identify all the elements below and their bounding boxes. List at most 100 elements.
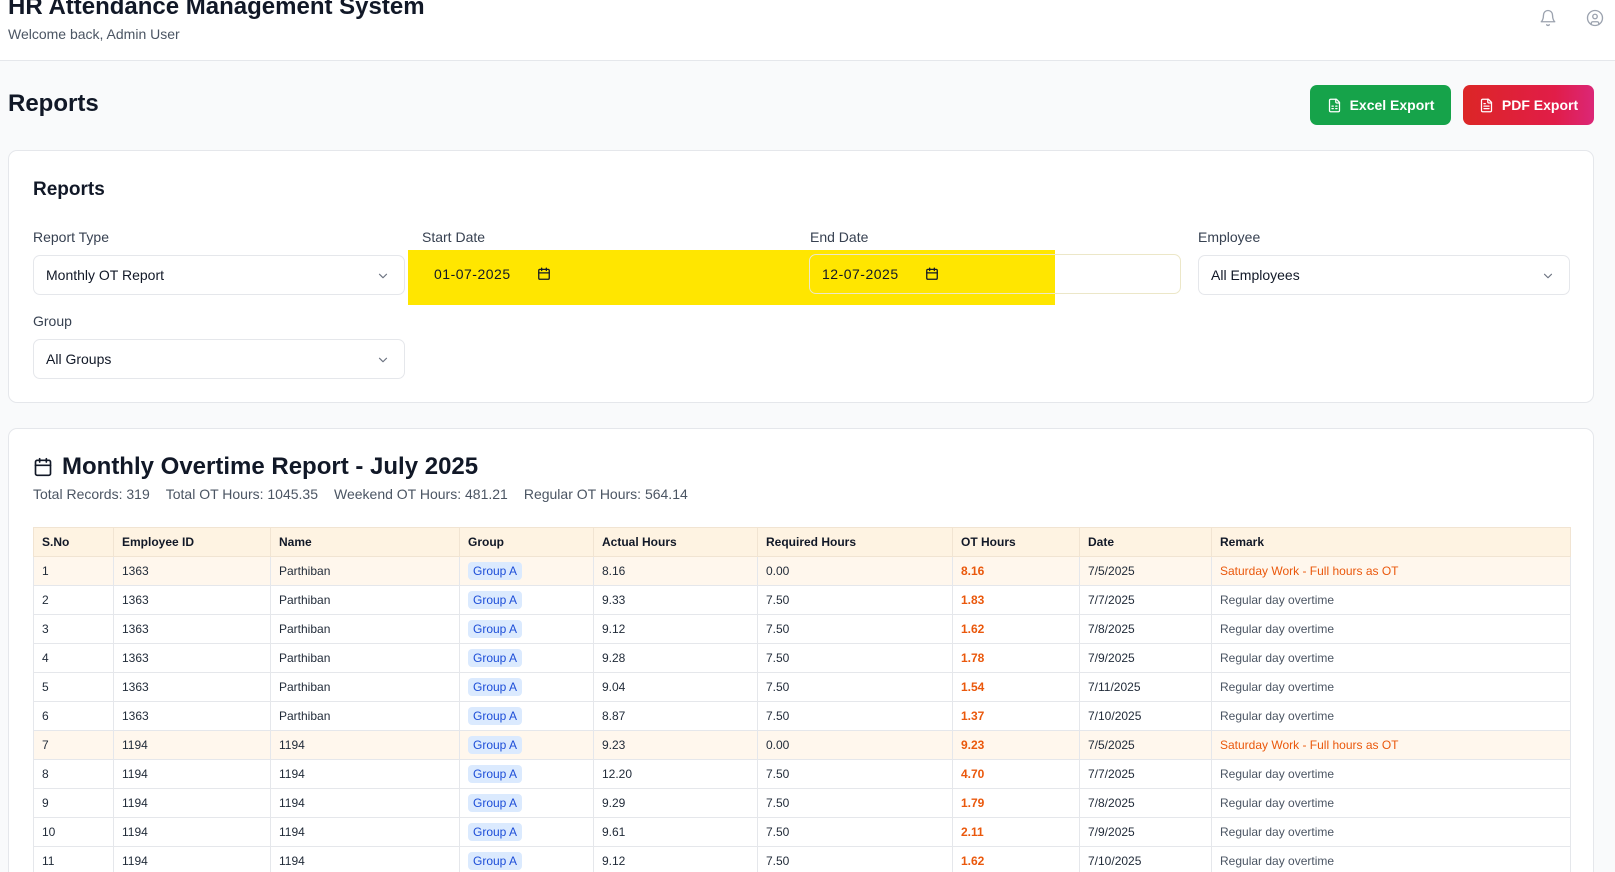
cell-sno: 10 bbox=[33, 817, 114, 847]
start-date-value: 01-07-2025 bbox=[434, 266, 511, 282]
app-title: HR Attendance Management System bbox=[8, 0, 425, 20]
end-date-value: 12-07-2025 bbox=[822, 266, 899, 282]
cell-actual-hours: 8.16 bbox=[593, 556, 758, 586]
cell-group: Group A bbox=[459, 556, 594, 586]
excel-export-button[interactable]: Excel Export bbox=[1310, 85, 1451, 125]
cell-remark-value: Regular day overtime bbox=[1220, 796, 1335, 810]
column-header[interactable]: Required Hours bbox=[757, 527, 953, 557]
table-row[interactable]: 7 1194 1194 Group A 9.23 0.00 9.23 7/5/2025 Satu… bbox=[33, 730, 1571, 760]
top-bar: HR Attendance Management System Welcome … bbox=[0, 0, 1615, 61]
stat-weekend-ot-hours: Weekend OT Hours: 481.21 bbox=[334, 486, 508, 502]
group-badge: Group A bbox=[468, 678, 523, 696]
cell-actual-hours: 9.61 bbox=[593, 817, 758, 847]
start-date-label: Start Date bbox=[422, 229, 486, 245]
cell-ot-hours-value: 2.11 bbox=[961, 825, 984, 839]
welcome-text: Welcome back, Admin User bbox=[8, 26, 180, 42]
table-row[interactable]: 6 1363 Parthiban Group A 8.87 7.50 1.37 7/10/20… bbox=[33, 701, 1571, 731]
group-badge: Group A bbox=[468, 649, 523, 667]
employee-select[interactable]: All Employees bbox=[1198, 255, 1570, 295]
table-row[interactable]: 5 1363 Parthiban Group A 9.04 7.50 1.54 7/11/20… bbox=[33, 672, 1571, 702]
start-date-input[interactable]: 01-07-2025 bbox=[421, 254, 793, 294]
group-select[interactable]: All Groups bbox=[33, 339, 405, 379]
cell-remark: Regular day overtime bbox=[1211, 846, 1571, 872]
table-row[interactable]: 1 1363 Parthiban Group A 8.16 0.00 8.16 7/5/202… bbox=[33, 556, 1571, 586]
cell-date: 7/5/2025 bbox=[1079, 730, 1212, 760]
cell-ot-hours-value: 8.16 bbox=[961, 564, 985, 578]
cell-required-hours: 0.00 bbox=[757, 730, 953, 760]
report-card: Monthly Overtime Report - July 2025 Tota… bbox=[8, 428, 1594, 872]
column-header[interactable]: Name bbox=[270, 527, 460, 557]
bell-icon[interactable] bbox=[1539, 9, 1557, 27]
cell-ot-hours: 1.79 bbox=[952, 788, 1080, 818]
cell-remark-value: Regular day overtime bbox=[1220, 709, 1335, 723]
table-row[interactable]: 3 1363 Parthiban Group A 9.12 7.50 1.62 7/8/202… bbox=[33, 614, 1571, 644]
group-badge: Group A bbox=[468, 707, 523, 725]
cell-group: Group A bbox=[459, 643, 594, 673]
calendar-icon bbox=[33, 457, 53, 477]
table-row[interactable]: 11 1194 1194 Group A 9.12 7.50 1.62 7/10/2025 Re… bbox=[33, 846, 1571, 872]
cell-employee-id: 1194 bbox=[113, 846, 271, 872]
cell-required-hours: 7.50 bbox=[757, 788, 953, 818]
cell-remark-value: Regular day overtime bbox=[1220, 854, 1335, 868]
calendar-icon[interactable] bbox=[537, 267, 551, 281]
table-row[interactable]: 9 1194 1194 Group A 9.29 7.50 1.79 7/8/2025 Regu… bbox=[33, 788, 1571, 818]
cell-required-hours: 7.50 bbox=[757, 817, 953, 847]
cell-ot-hours: 1.62 bbox=[952, 614, 1080, 644]
pdf-export-label: PDF Export bbox=[1501, 97, 1579, 113]
cell-ot-hours-value: 1.78 bbox=[961, 651, 985, 665]
cell-sno: 9 bbox=[33, 788, 114, 818]
report-type-value: Monthly OT Report bbox=[46, 267, 165, 283]
cell-actual-hours: 8.87 bbox=[593, 701, 758, 731]
cell-employee-id: 1363 bbox=[113, 672, 271, 702]
cell-ot-hours: 1.37 bbox=[952, 701, 1080, 731]
column-header[interactable]: Remark bbox=[1211, 527, 1571, 557]
cell-name: Parthiban bbox=[270, 701, 460, 731]
cell-date: 7/5/2025 bbox=[1079, 556, 1212, 586]
pdf-export-button[interactable]: PDF Export bbox=[1463, 85, 1594, 125]
cell-sno: 5 bbox=[33, 672, 114, 702]
group-label: Group bbox=[33, 313, 72, 329]
stat-regular-ot-hours: Regular OT Hours: 564.14 bbox=[523, 486, 688, 502]
cell-actual-hours: 9.33 bbox=[593, 585, 758, 615]
cell-actual-hours: 9.29 bbox=[593, 788, 758, 818]
cell-employee-id: 1363 bbox=[113, 701, 271, 731]
calendar-icon[interactable] bbox=[925, 267, 939, 281]
table-row[interactable]: 10 1194 1194 Group A 9.61 7.50 2.11 7/9/2025 Reg… bbox=[33, 817, 1571, 847]
cell-date: 7/9/2025 bbox=[1079, 817, 1212, 847]
end-date-input[interactable]: 12-07-2025 bbox=[809, 254, 1181, 294]
cell-required-hours: 7.50 bbox=[757, 585, 953, 615]
cell-date: 7/9/2025 bbox=[1079, 643, 1212, 673]
stat-total-ot-hours: Total OT Hours: 1045.35 bbox=[165, 486, 319, 502]
cell-employee-id: 1363 bbox=[113, 643, 271, 673]
cell-date: 7/8/2025 bbox=[1079, 788, 1212, 818]
group-value: All Groups bbox=[46, 351, 112, 367]
cell-ot-hours: 1.62 bbox=[952, 846, 1080, 872]
group-badge: Group A bbox=[468, 852, 523, 870]
cell-remark-value: Regular day overtime bbox=[1220, 651, 1335, 665]
cell-sno: 1 bbox=[33, 556, 114, 586]
cell-ot-hours-value: 1.37 bbox=[961, 709, 985, 723]
report-type-select[interactable]: Monthly OT Report bbox=[33, 255, 405, 295]
table-row[interactable]: 2 1363 Parthiban Group A 9.33 7.50 1.83 7/7/202… bbox=[33, 585, 1571, 615]
column-header[interactable]: S.No bbox=[33, 527, 114, 557]
cell-date: 7/10/2025 bbox=[1079, 701, 1212, 731]
cell-required-hours: 0.00 bbox=[757, 556, 953, 586]
cell-required-hours: 7.50 bbox=[757, 701, 953, 731]
column-header[interactable]: Group bbox=[459, 527, 594, 557]
stat-total-records: Total Records: 319 bbox=[33, 486, 150, 502]
column-header[interactable]: Date bbox=[1079, 527, 1212, 557]
group-badge: Group A bbox=[468, 794, 523, 812]
cell-required-hours: 7.50 bbox=[757, 643, 953, 673]
cell-remark-value: Saturday Work - Full hours as OT bbox=[1220, 564, 1399, 578]
cell-ot-hours: 1.54 bbox=[952, 672, 1080, 702]
column-header[interactable]: Employee ID bbox=[113, 527, 271, 557]
column-header[interactable]: OT Hours bbox=[952, 527, 1080, 557]
excel-export-label: Excel Export bbox=[1349, 97, 1435, 113]
employee-label: Employee bbox=[1198, 229, 1261, 245]
user-circle-icon[interactable] bbox=[1586, 9, 1604, 27]
table-row[interactable]: 4 1363 Parthiban Group A 9.28 7.50 1.78 7/9/202… bbox=[33, 643, 1571, 673]
table-row[interactable]: 8 1194 1194 Group A 12.20 7.50 4.70 7/7/2025 Reg… bbox=[33, 759, 1571, 789]
group-badge: Group A bbox=[468, 765, 523, 783]
column-header[interactable]: Actual Hours bbox=[593, 527, 758, 557]
cell-group: Group A bbox=[459, 759, 594, 789]
